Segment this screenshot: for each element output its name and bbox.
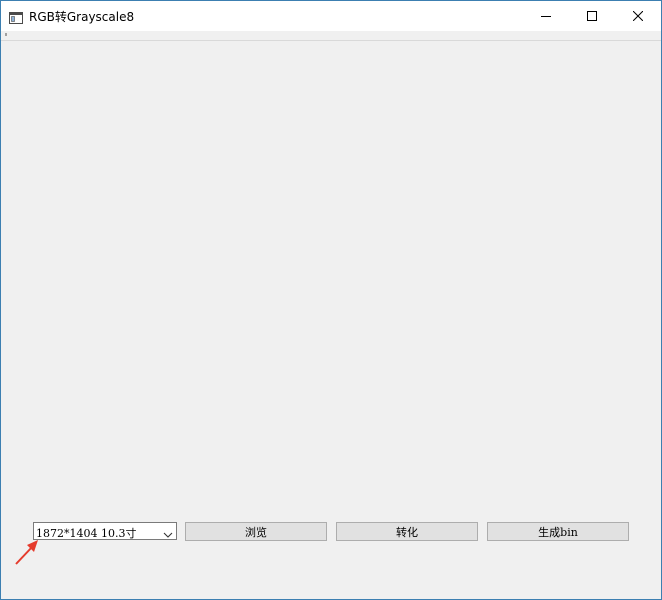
menu-grip bbox=[5, 33, 7, 36]
maximize-icon bbox=[587, 11, 597, 21]
resolution-select-value: 1872*1404 10.3寸 bbox=[36, 527, 137, 540]
chevron-down-icon[interactable] bbox=[162, 526, 174, 538]
minimize-button[interactable] bbox=[523, 1, 569, 31]
client-area: 1872*1404 10.3寸 浏览 转化 生成bin bbox=[1, 41, 661, 599]
app-window: RGB转Grayscale8 1872*1404 10.3寸 浏览 转化 生成b… bbox=[0, 0, 662, 600]
title-bar[interactable]: RGB转Grayscale8 bbox=[1, 1, 661, 31]
close-button[interactable] bbox=[615, 1, 661, 31]
menu-bar bbox=[1, 31, 661, 41]
maximize-button[interactable] bbox=[569, 1, 615, 31]
browse-button[interactable]: 浏览 bbox=[185, 522, 327, 541]
convert-button[interactable]: 转化 bbox=[336, 522, 478, 541]
red-arrow-annotation bbox=[13, 537, 43, 567]
window-title: RGB转Grayscale8 bbox=[29, 10, 135, 24]
generate-bin-button[interactable]: 生成bin bbox=[487, 522, 629, 541]
resolution-select[interactable]: 1872*1404 10.3寸 bbox=[33, 522, 177, 540]
app-window-icon bbox=[9, 9, 23, 24]
minimize-icon bbox=[541, 11, 551, 21]
close-icon bbox=[633, 11, 643, 21]
